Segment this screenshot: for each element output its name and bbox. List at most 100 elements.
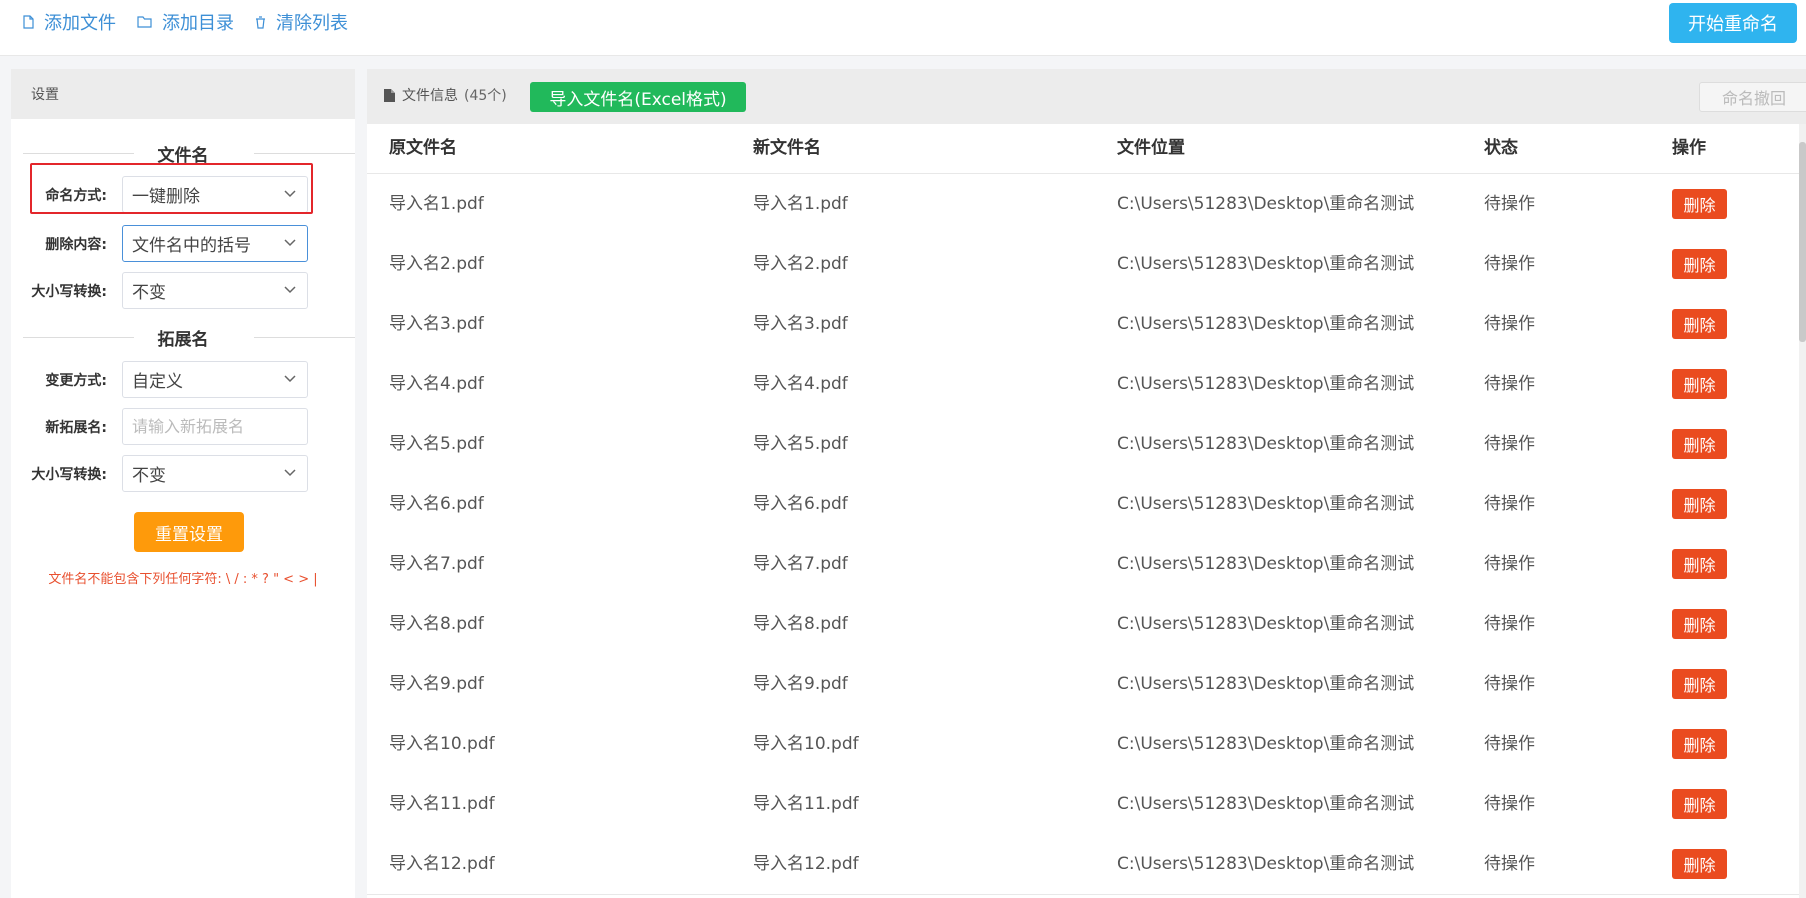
add-directory-button[interactable]: 添加目录	[137, 10, 234, 34]
delete-row-button[interactable]: 删除	[1672, 849, 1727, 879]
table-row: 导入名1.pdf 导入名1.pdf C:\Users\51283\Desktop…	[367, 174, 1799, 235]
delete-content-select[interactable]: 文件名中的括号	[122, 225, 308, 262]
location-cell: C:\Users\51283\Desktop\重命名测试	[1117, 854, 1415, 874]
original-name-cell: 导入名5.pdf	[389, 434, 484, 454]
location-cell: C:\Users\51283\Desktop\重命名测试	[1117, 434, 1415, 454]
delete-row-button[interactable]: 删除	[1672, 429, 1727, 459]
change-method-row: 变更方式: 自定义	[11, 361, 355, 401]
status-cell: 待操作	[1484, 254, 1535, 274]
table-row: 导入名9.pdf 导入名9.pdf C:\Users\51283\Desktop…	[367, 654, 1799, 715]
naming-method-select[interactable]: 一键删除	[122, 176, 308, 213]
delete-row-button[interactable]: 删除	[1672, 549, 1727, 579]
delete-content-value: 文件名中的括号	[132, 236, 251, 256]
import-excel-button[interactable]: 导入文件名(Excel格式)	[530, 82, 746, 112]
delete-row-button[interactable]: 删除	[1672, 789, 1727, 819]
file-count: (45个)	[464, 88, 507, 104]
clear-list-label: 清除列表	[276, 13, 348, 34]
change-method-select[interactable]: 自定义	[122, 361, 308, 398]
file-icon	[23, 15, 34, 29]
original-name-cell: 导入名3.pdf	[389, 314, 484, 334]
delete-row-button[interactable]: 删除	[1672, 489, 1727, 519]
original-name-cell: 导入名10.pdf	[389, 734, 495, 754]
column-location: 文件位置	[1117, 138, 1185, 158]
location-cell: C:\Users\51283\Desktop\重命名测试	[1117, 734, 1415, 754]
extension-case-value: 不变	[132, 466, 166, 486]
table-header: 原文件名 新文件名 文件位置 状态 操作	[367, 124, 1799, 174]
delete-row-button[interactable]: 删除	[1672, 249, 1727, 279]
extension-section-title: 拓展名	[11, 325, 355, 350]
delete-row-button[interactable]: 删除	[1672, 369, 1727, 399]
file-list-panel: 文件信息 (45个) 导入文件名(Excel格式) 命名撤回 原文件名 新文件名…	[367, 69, 1806, 898]
folder-icon	[137, 16, 152, 28]
naming-method-value: 一键删除	[132, 187, 200, 207]
location-cell: C:\Users\51283\Desktop\重命名测试	[1117, 494, 1415, 514]
table-body: 导入名1.pdf 导入名1.pdf C:\Users\51283\Desktop…	[367, 174, 1799, 898]
column-actions: 操作	[1672, 138, 1706, 158]
extension-case-label: 大小写转换:	[31, 467, 107, 483]
delete-content-label: 删除内容:	[45, 237, 107, 253]
table-row: 导入名2.pdf 导入名2.pdf C:\Users\51283\Desktop…	[367, 234, 1799, 295]
location-cell: C:\Users\51283\Desktop\重命名测试	[1117, 314, 1415, 334]
filename-case-label: 大小写转换:	[31, 284, 107, 300]
status-cell: 待操作	[1484, 374, 1535, 394]
column-status: 状态	[1484, 138, 1518, 158]
file-list-header: 文件信息 (45个) 导入文件名(Excel格式) 命名撤回	[367, 69, 1806, 124]
start-rename-button[interactable]: 开始重命名	[1669, 3, 1797, 43]
filename-case-value: 不变	[132, 283, 166, 303]
clear-list-button[interactable]: 清除列表	[255, 10, 348, 34]
top-toolbar: 添加文件 添加目录 清除列表 开始重命名	[0, 0, 1806, 56]
filename-case-select[interactable]: 不变	[122, 272, 308, 309]
new-name-cell: 导入名2.pdf	[753, 254, 848, 274]
table-row: 导入名7.pdf 导入名7.pdf C:\Users\51283\Desktop…	[367, 534, 1799, 595]
location-cell: C:\Users\51283\Desktop\重命名测试	[1117, 614, 1415, 634]
change-method-label: 变更方式:	[45, 373, 107, 389]
add-file-label: 添加文件	[44, 13, 116, 34]
naming-method-label: 命名方式:	[45, 188, 107, 204]
new-name-cell: 导入名3.pdf	[753, 314, 848, 334]
settings-panel: 设置 文件名 命名方式: 一键删除 删除内容: 文件名中的括号 大小写转换: 不…	[11, 69, 355, 898]
new-name-cell: 导入名5.pdf	[753, 434, 848, 454]
location-cell: C:\Users\51283\Desktop\重命名测试	[1117, 794, 1415, 814]
table-row: 导入名10.pdf 导入名10.pdf C:\Users\51283\Deskt…	[367, 714, 1799, 775]
file-info-label: 文件信息	[402, 88, 458, 104]
delete-row-button[interactable]: 删除	[1672, 609, 1727, 639]
status-cell: 待操作	[1484, 674, 1535, 694]
new-extension-input[interactable]	[122, 408, 308, 445]
original-name-cell: 导入名2.pdf	[389, 254, 484, 274]
chevron-down-icon	[284, 375, 296, 383]
trash-icon	[256, 15, 265, 29]
new-name-cell: 导入名7.pdf	[753, 554, 848, 574]
chevron-down-icon	[284, 239, 296, 247]
new-name-cell: 导入名1.pdf	[753, 194, 848, 214]
new-name-cell: 导入名12.pdf	[753, 854, 859, 874]
scrollbar-thumb[interactable]	[1799, 142, 1806, 342]
vertical-scrollbar[interactable]	[1799, 124, 1806, 898]
extension-section-label: 拓展名	[157, 330, 209, 350]
status-cell: 待操作	[1484, 794, 1535, 814]
reset-settings-button[interactable]: 重置设置	[134, 512, 244, 552]
filename-section-label: 文件名	[157, 146, 209, 166]
status-cell: 待操作	[1484, 194, 1535, 214]
new-name-cell: 导入名10.pdf	[753, 734, 859, 754]
location-cell: C:\Users\51283\Desktop\重命名测试	[1117, 674, 1415, 694]
delete-row-button[interactable]: 删除	[1672, 669, 1727, 699]
column-original-name: 原文件名	[389, 138, 457, 158]
extension-case-select[interactable]: 不变	[122, 455, 308, 492]
delete-row-button[interactable]: 删除	[1672, 729, 1727, 759]
status-cell: 待操作	[1484, 734, 1535, 754]
status-cell: 待操作	[1484, 434, 1535, 454]
original-name-cell: 导入名1.pdf	[389, 194, 484, 214]
table-row: 导入名4.pdf 导入名4.pdf C:\Users\51283\Desktop…	[367, 354, 1799, 415]
add-file-button[interactable]: 添加文件	[23, 10, 116, 34]
new-extension-label: 新拓展名:	[45, 420, 107, 436]
invalid-chars-warning: 文件名不能包含下列任何字符: \ / : * ? " < > |	[48, 572, 318, 587]
delete-row-button[interactable]: 删除	[1672, 309, 1727, 339]
delete-content-row: 删除内容: 文件名中的括号	[11, 225, 355, 265]
table-row: 导入名6.pdf 导入名6.pdf C:\Users\51283\Desktop…	[367, 474, 1799, 535]
delete-row-button[interactable]: 删除	[1672, 189, 1727, 219]
new-name-cell: 导入名11.pdf	[753, 794, 859, 814]
filename-case-row: 大小写转换: 不变	[11, 272, 355, 312]
new-name-cell: 导入名6.pdf	[753, 494, 848, 514]
table-row: 导入名12.pdf 导入名12.pdf C:\Users\51283\Deskt…	[367, 834, 1799, 895]
undo-rename-button[interactable]: 命名撤回	[1699, 82, 1806, 112]
